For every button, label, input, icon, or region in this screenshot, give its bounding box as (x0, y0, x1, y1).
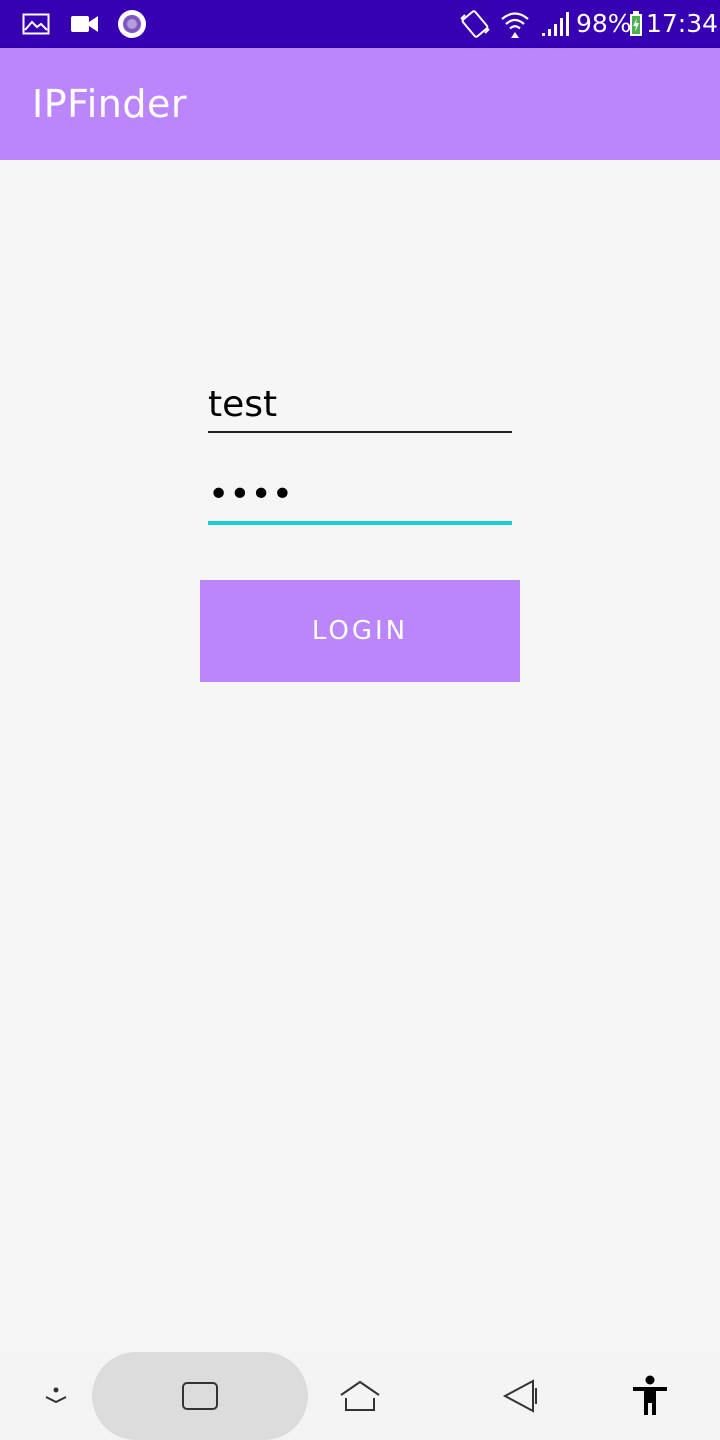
username-input[interactable] (208, 382, 512, 428)
vibrate-icon (456, 0, 494, 48)
password-input[interactable] (208, 472, 512, 518)
accessibility-icon[interactable] (628, 1352, 672, 1440)
app-title: IPFinder (32, 82, 187, 126)
app-bar: IPFinder (0, 48, 720, 160)
signal-icon (540, 0, 572, 48)
battery-charging-icon (628, 0, 644, 48)
record-icon (116, 0, 148, 48)
recent-apps-icon[interactable] (176, 1352, 224, 1440)
home-icon[interactable] (336, 1352, 384, 1440)
login-button[interactable]: LOGIN (200, 580, 520, 682)
password-underline (208, 521, 512, 525)
clock: 17:34 (646, 9, 719, 38)
image-icon (20, 0, 52, 48)
wifi-icon (498, 0, 532, 48)
navigation-bar (0, 1352, 720, 1440)
status-bar: 98% 17:34 (0, 0, 720, 48)
login-screen: LOGIN (0, 160, 720, 1352)
back-icon[interactable] (498, 1352, 542, 1440)
username-underline (208, 431, 512, 433)
hide-bar-icon[interactable] (36, 1352, 76, 1440)
battery-percent: 98% (576, 9, 632, 38)
video-camera-icon (70, 0, 100, 48)
